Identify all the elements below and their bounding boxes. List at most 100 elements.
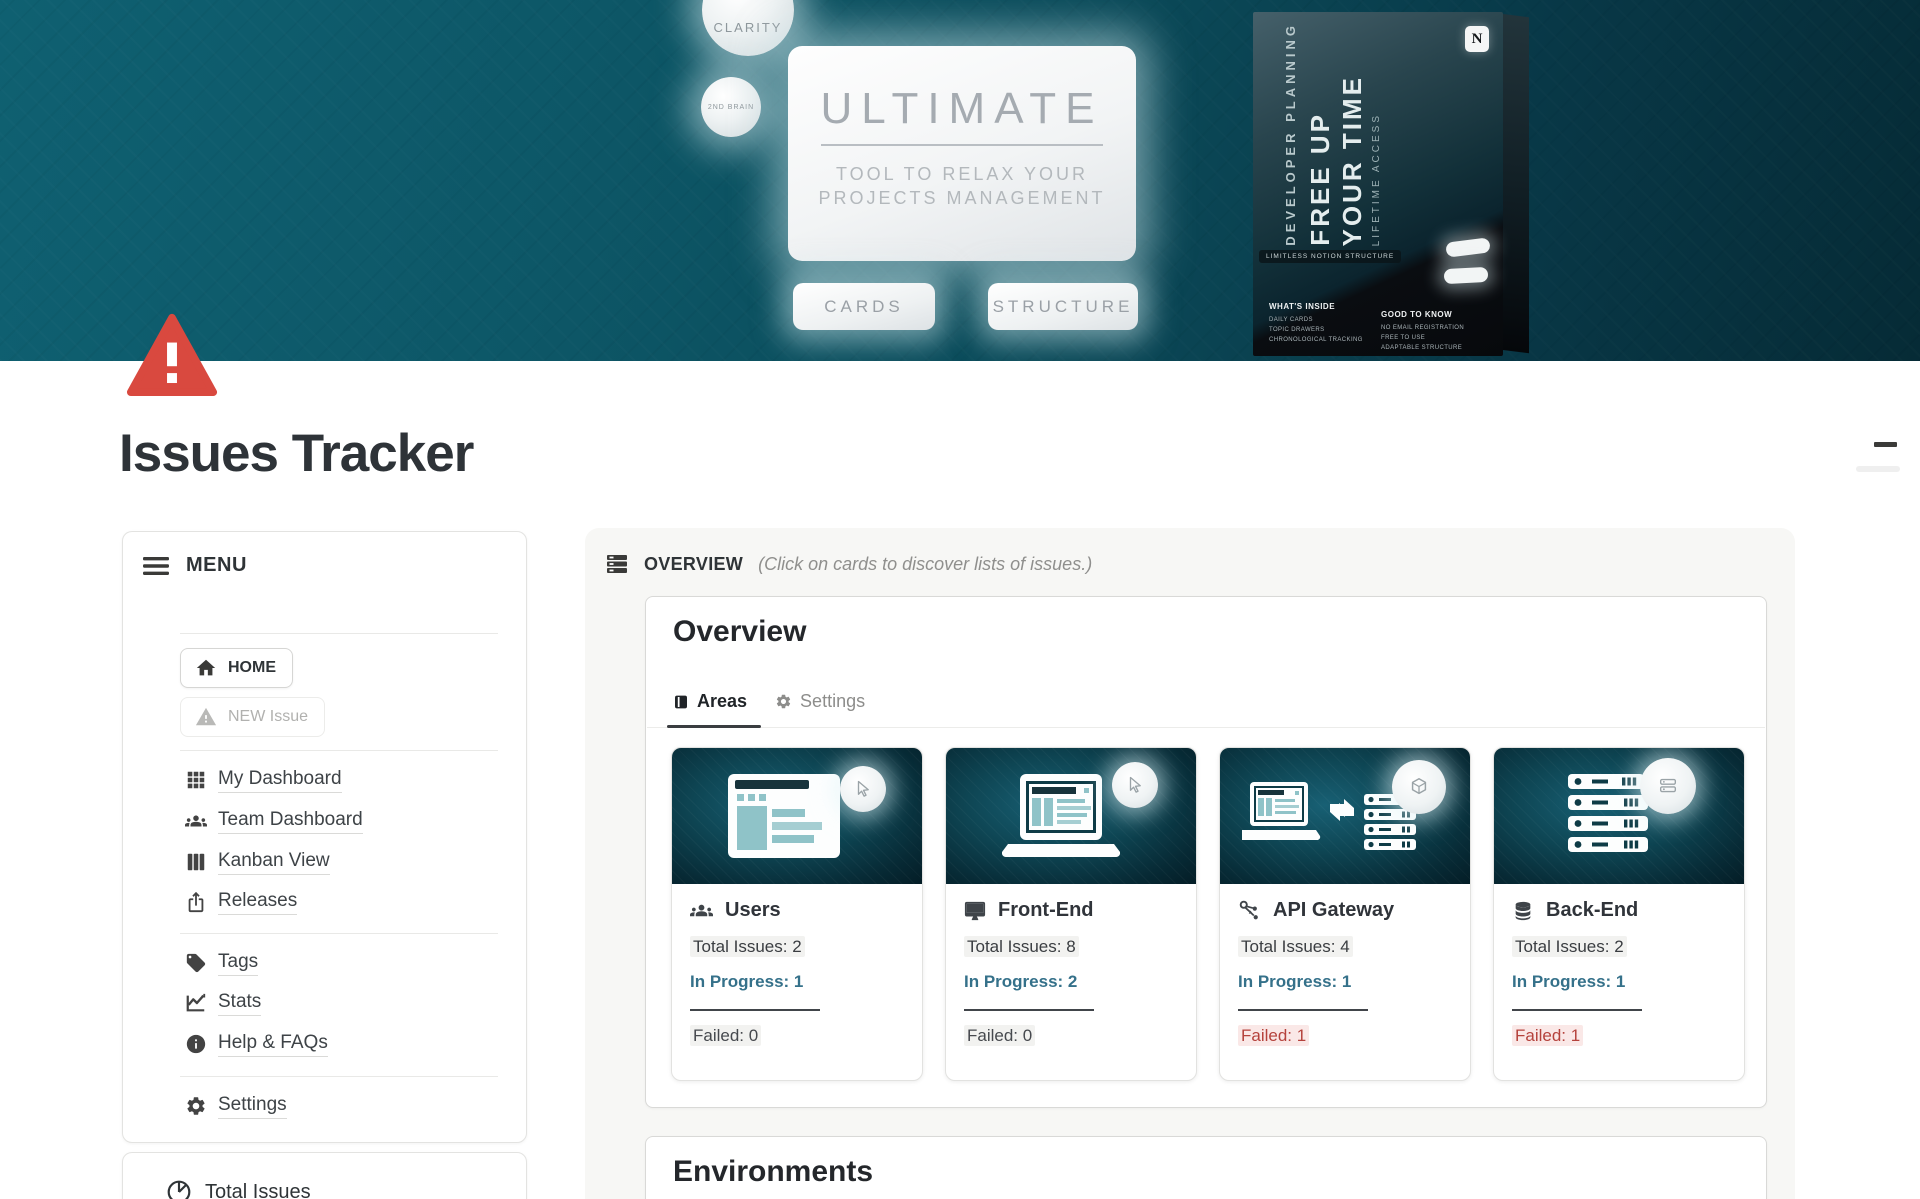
menu-divider: [180, 750, 498, 751]
in-progress-stat: In Progress: 1: [1512, 972, 1726, 992]
collapse-handle[interactable]: [1874, 442, 1897, 447]
menu-divider: [180, 633, 498, 634]
sidebar-item-my-dashboard[interactable]: My Dashboard: [185, 765, 342, 795]
total-issues-stat: Total Issues: 8: [964, 937, 1178, 957]
sidebar-item-stats[interactable]: Stats: [185, 988, 261, 1018]
book-icon: [673, 694, 689, 710]
hero-subtitle-line1: TOOL TO RELAX YOUR: [788, 162, 1136, 186]
glow-badge: [840, 766, 886, 812]
total-issues-stat: Total Issues: 2: [690, 937, 904, 957]
hamburger-icon[interactable]: [143, 556, 169, 576]
monitor-icon: [964, 900, 986, 922]
total-issues-stat: Total Issues: 4: [1238, 937, 1452, 957]
failed-stat: Failed: 0: [964, 1026, 1178, 1046]
laptop-illustration: [1002, 772, 1120, 862]
area-name: Front-End: [998, 899, 1094, 922]
new-issue-button[interactable]: NEW Issue: [180, 697, 325, 737]
environments-card: Environments: [645, 1136, 1767, 1199]
sidebar-item-tags[interactable]: Tags: [185, 948, 258, 978]
in-progress-stat: In Progress: 1: [1238, 972, 1452, 992]
cover-image: CLARITY 2ND BRAIN ULTIMATE TOOL TO RELAX…: [0, 0, 1920, 361]
second-brain-bubble: 2ND BRAIN: [701, 77, 761, 137]
area-card-users[interactable]: Users Total Issues: 2 In Progress: 1 Fai…: [671, 747, 923, 1081]
menu-title: MENU: [186, 554, 247, 577]
sidebar-item-team-dashboard[interactable]: Team Dashboard: [185, 806, 363, 836]
hero-divider: [821, 144, 1103, 146]
area-name: API Gateway: [1273, 899, 1394, 922]
grid-icon: [185, 769, 207, 791]
overview-header: OVERVIEW (Click on cards to discover lis…: [605, 552, 1092, 576]
overview-header-title: OVERVIEW: [644, 554, 743, 575]
tabs-rule: [647, 727, 1765, 728]
home-icon: [195, 657, 217, 679]
cursor-icon: [1126, 776, 1144, 794]
page-title: Issues Tracker: [119, 423, 473, 484]
home-button[interactable]: HOME: [180, 648, 293, 688]
gear-icon: [185, 1095, 207, 1117]
second-brain-bubble-label: 2ND BRAIN: [708, 104, 754, 111]
info-icon: [185, 1033, 207, 1055]
card-separator: [1512, 1009, 1642, 1011]
sidebar-totals-card: Total Issues: [122, 1152, 527, 1199]
glow-badge: [1112, 762, 1158, 808]
nodes-icon: [1238, 899, 1261, 922]
overview-title: Overview: [673, 615, 806, 649]
sidebar-item-settings[interactable]: Settings: [185, 1091, 287, 1121]
warning-page-icon[interactable]: [126, 312, 218, 396]
area-card-front-end[interactable]: Front-End Total Issues: 8 In Progress: 2…: [945, 747, 1197, 1081]
in-progress-stat: In Progress: 1: [690, 972, 904, 992]
front-end-thumbnail: [946, 748, 1196, 884]
active-tab-underline: [667, 725, 761, 728]
back-end-thumbnail: [1494, 748, 1744, 884]
tag-icon: [185, 952, 207, 974]
people-icon: [185, 810, 207, 832]
kanban-icon: [185, 851, 207, 873]
menu-divider: [180, 933, 498, 934]
pie-chart-icon: [166, 1179, 192, 1199]
area-card-api-gateway[interactable]: API Gateway Total Issues: 4 In Progress:…: [1219, 747, 1471, 1081]
chart-icon: [185, 992, 207, 1014]
tab-areas[interactable]: Areas: [673, 691, 747, 726]
product-box: DEVELOPER PLANNING FREE UP YOUR TIME LIF…: [1253, 12, 1535, 356]
clarity-bubble-label: CLARITY: [714, 20, 783, 35]
box-pill: [1444, 267, 1489, 284]
clarity-bubble: CLARITY: [702, 0, 794, 56]
area-card-back-end[interactable]: Back-End Total Issues: 2 In Progress: 1 …: [1493, 747, 1745, 1081]
sidebar-menu: MENU HOME NEW Issue My Dashboard: [122, 531, 527, 1143]
failed-stat: Failed: 0: [690, 1026, 904, 1046]
total-issues-stat: Total Issues: 2: [1512, 937, 1726, 957]
failed-stat: Failed: 1: [1512, 1026, 1726, 1046]
cube-icon: [1408, 776, 1430, 798]
environments-title: Environments: [673, 1155, 873, 1189]
glow-badge: [1640, 758, 1696, 814]
box-vertical-label: DEVELOPER PLANNING: [1283, 22, 1298, 246]
structure-banner-button: STRUCTURE: [988, 283, 1138, 330]
total-issues-label: Total Issues: [205, 1181, 311, 1199]
overview-card: Overview Areas Settings: [645, 596, 1767, 1108]
area-name: Users: [725, 899, 781, 922]
product-box-front-face: DEVELOPER PLANNING FREE UP YOUR TIME LIF…: [1253, 12, 1503, 356]
overview-tabs: Areas Settings: [673, 691, 865, 726]
sidebar-item-kanban-view[interactable]: Kanban View: [185, 847, 330, 877]
hero-title: ULTIMATE: [788, 84, 1136, 134]
card-separator: [690, 1009, 820, 1011]
sidebar-item-help-faqs[interactable]: Help & FAQs: [185, 1029, 328, 1059]
total-issues-row[interactable]: Total Issues: [166, 1179, 311, 1199]
browser-window-illustration: [728, 774, 840, 858]
collapse-handle-shadow: [1856, 466, 1900, 472]
box-headline-line1: FREE UP: [1305, 112, 1336, 246]
tab-settings[interactable]: Settings: [775, 691, 865, 726]
menu-divider: [180, 1076, 498, 1077]
box-headline-line2: YOUR TIME: [1337, 75, 1368, 246]
box-good-to-know: GOOD TO KNOW NO EMAIL REGISTRATION FREE …: [1381, 310, 1464, 353]
hero-subtitle-line2: PROJECTS MANAGEMENT: [788, 186, 1136, 210]
hero-card: ULTIMATE TOOL TO RELAX YOUR PROJECTS MAN…: [788, 46, 1136, 261]
failed-stat: Failed: 1: [1238, 1026, 1452, 1046]
sidebar-item-releases[interactable]: Releases: [185, 887, 297, 917]
overview-header-subtitle: (Click on cards to discover lists of iss…: [758, 554, 1092, 575]
cards-banner-button: CARDS: [793, 283, 935, 330]
users-thumbnail: [672, 748, 922, 884]
warning-icon: [195, 706, 217, 728]
cursor-icon: [854, 780, 872, 798]
issues-tracker-page: CLARITY 2ND BRAIN ULTIMATE TOOL TO RELAX…: [0, 0, 1920, 1199]
